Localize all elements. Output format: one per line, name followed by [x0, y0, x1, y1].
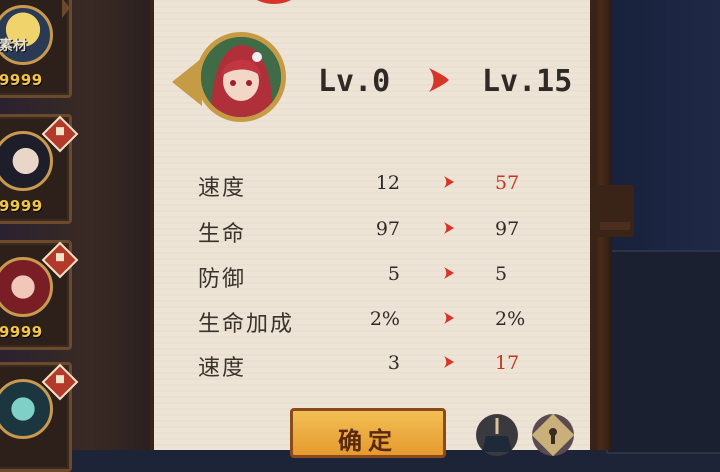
stat-new-value: 5: [495, 263, 508, 285]
stat-old-value: 97: [375, 218, 400, 240]
stat-new-value: 57: [495, 172, 520, 194]
card-2[interactable]: 9999: [0, 114, 79, 224]
stat-new-value: 2%: [495, 308, 526, 330]
stat-new-value: 17: [495, 352, 520, 374]
card-label: 素材: [0, 38, 27, 54]
arrow-right-icon: [429, 68, 449, 92]
stat-name: 速度: [198, 356, 247, 381]
stat-row: 生命 97 97: [0, 216, 720, 247]
stat-name: 生命: [198, 222, 247, 247]
card-pointer-icon: [62, 0, 70, 18]
current-level: Lv.0: [318, 64, 391, 99]
card-portrait: [0, 379, 53, 439]
stat-name: 生命加成: [198, 312, 295, 337]
stat-row: 速度 3 17: [0, 350, 720, 381]
arrow-right-icon: [444, 267, 454, 279]
card-count: 9999: [0, 71, 43, 89]
arrow-right-icon: [444, 356, 454, 368]
stat-name: 防御: [198, 267, 247, 292]
stat-old-value: 3: [387, 352, 400, 374]
stat-old-value: 12: [375, 172, 400, 194]
hero-avatar-icon: [201, 37, 281, 117]
stat-old-value: 5: [387, 263, 400, 285]
stat-old-value: 2%: [369, 308, 400, 330]
stat-name: 速度: [198, 176, 247, 201]
arrow-right-icon: [444, 176, 454, 188]
arrow-right-icon: [444, 312, 454, 324]
arrow-right-icon: [444, 222, 454, 234]
stat-row: 防御 5 5: [0, 261, 720, 292]
hero-portrait: [196, 32, 286, 122]
confirm-button[interactable]: 确定: [290, 408, 446, 458]
stat-row: 生命加成 2% 2%: [0, 306, 720, 337]
stat-row: 速度 12 57: [0, 170, 720, 201]
stat-new-value: 97: [495, 218, 520, 240]
hero-portrait-frame: [172, 32, 288, 132]
target-level: Lv.15: [482, 64, 573, 99]
